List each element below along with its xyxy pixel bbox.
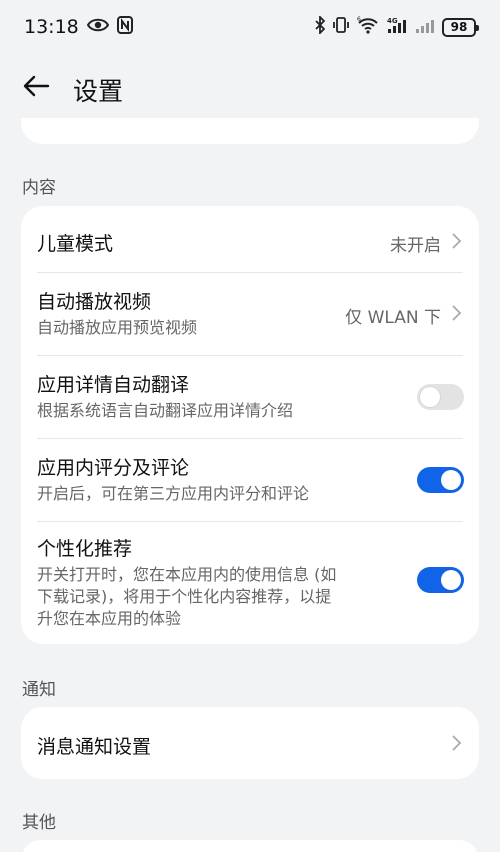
notifications-card: 消息通知设置 (21, 707, 479, 779)
row-title: 儿童模式 (37, 233, 114, 255)
row-personalized: 个性化推荐 开关打开时，您在本应用内的使用信息 (如 下载记录)，将用于个性化内… (21, 522, 479, 644)
toggle-knob (420, 387, 440, 407)
svg-text:4G: 4G (387, 17, 398, 25)
section-title-other: 其他 (22, 813, 56, 833)
other-card (21, 840, 479, 852)
status-bar: 13:18 6 4G 98 (0, 0, 500, 56)
row-subtitle: 开启后，可在第三方应用内评分和评论 (37, 484, 310, 503)
status-right: 6 4G 98 (315, 14, 479, 38)
bluetooth-icon (315, 14, 326, 38)
row-title: 消息通知设置 (37, 736, 152, 758)
nfc-icon (116, 16, 133, 38)
row-subtitle-line: 开关打开时，您在本应用内的使用信息 (如 (37, 565, 337, 584)
chevron-right-icon (449, 734, 463, 752)
section-title-content: 内容 (22, 178, 56, 198)
signal-4g-icon: 4G (386, 16, 408, 38)
vibrate-icon (332, 16, 350, 38)
row-subtitle: 根据系统语言自动翻译应用详情介绍 (37, 401, 294, 420)
row-title: 个性化推荐 (37, 538, 133, 560)
status-left: 13:18 (24, 16, 133, 38)
row-autoplay[interactable]: 自动播放视频 自动播放应用预览视频 仅 WLAN 下 (21, 273, 479, 355)
toggle-knob (441, 470, 461, 490)
eye-icon (86, 17, 109, 37)
page-title: 设置 (73, 77, 124, 106)
header: 设置 (0, 60, 500, 116)
row-auto-translate: 应用详情自动翻译 根据系统语言自动翻译应用详情介绍 (21, 356, 479, 438)
personalized-toggle[interactable] (417, 567, 464, 593)
auto-translate-toggle[interactable] (417, 384, 464, 410)
row-value: 未开启 (390, 236, 441, 256)
status-time: 13:18 (24, 16, 79, 38)
arrow-left-icon (22, 74, 50, 102)
back-button[interactable] (16, 70, 56, 106)
row-title: 应用内评分及评论 (37, 457, 190, 479)
chevron-right-icon (449, 304, 463, 322)
row-value: 仅 WLAN 下 (345, 308, 441, 328)
in-app-review-toggle[interactable] (417, 467, 464, 493)
row-subtitle-line: 升您在本应用的体验 (37, 609, 182, 628)
row-subtitle: 自动播放应用预览视频 (37, 318, 198, 337)
wifi-icon: 6 (357, 16, 379, 38)
previous-card (21, 118, 479, 144)
content-card: 儿童模式 未开启 自动播放视频 自动播放应用预览视频 仅 WLAN 下 应用详情… (21, 206, 479, 644)
row-message-settings[interactable]: 消息通知设置 (21, 707, 479, 779)
row-in-app-review: 应用内评分及评论 开启后，可在第三方应用内评分和评论 (21, 439, 479, 521)
battery-indicator: 98 (442, 17, 479, 37)
row-subtitle-line: 下载记录)，将用于个性化内容推荐，以提 (37, 587, 332, 606)
row-kids-mode[interactable]: 儿童模式 未开启 (21, 206, 479, 272)
row-title: 自动播放视频 (37, 291, 152, 313)
section-title-notifications: 通知 (22, 680, 56, 700)
toggle-knob (441, 570, 461, 590)
signal-icon (415, 16, 435, 38)
row-title: 应用详情自动翻译 (37, 374, 190, 396)
chevron-right-icon (449, 232, 463, 250)
svg-text:6: 6 (357, 16, 361, 23)
